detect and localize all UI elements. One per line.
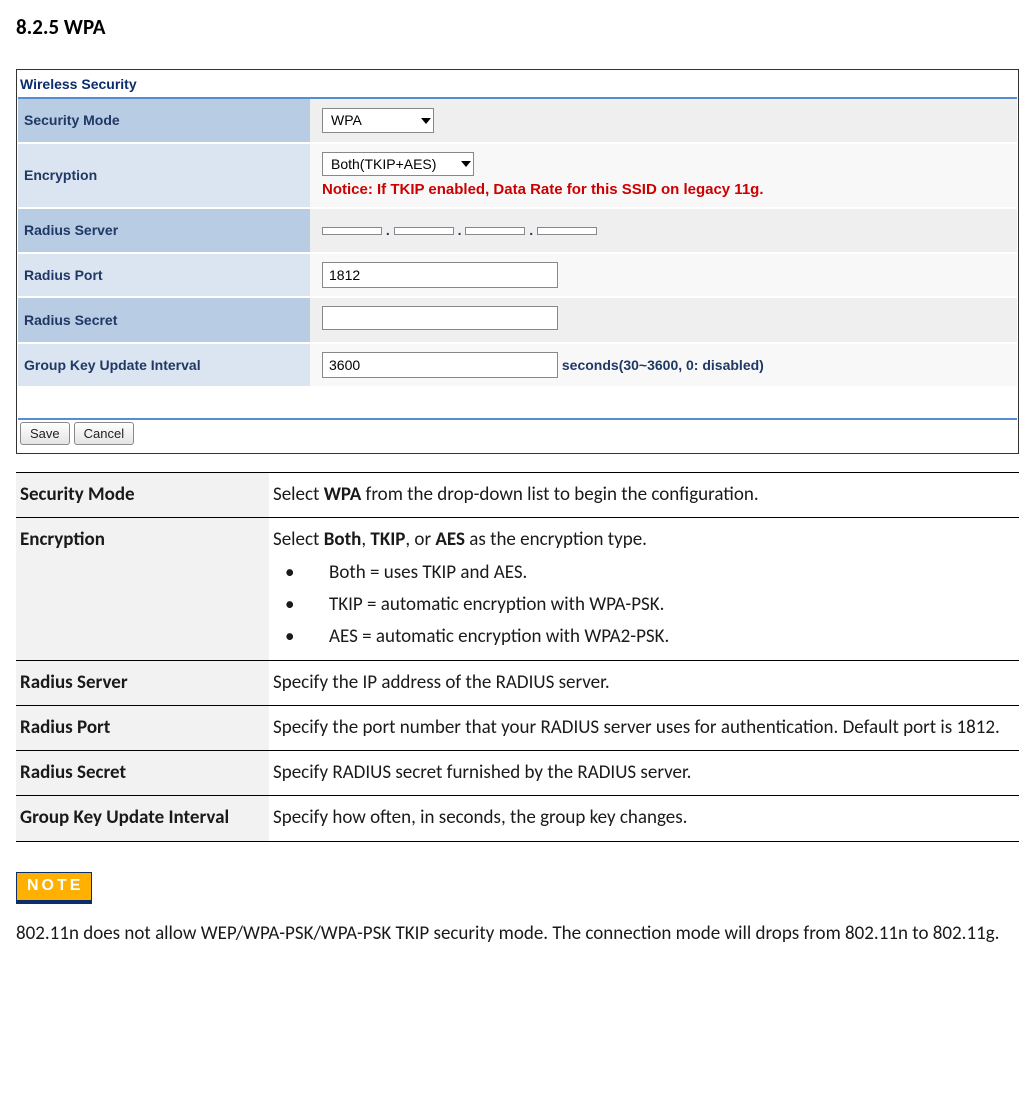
radius-port-label: Radius Port xyxy=(18,253,310,297)
desc-radius-secret-text: Specify RADIUS secret furnished by the R… xyxy=(269,751,1019,796)
encryption-value: Both(TKIP+AES) xyxy=(331,155,436,173)
radius-server-label: Radius Server xyxy=(18,208,310,252)
radius-server-octet-1[interactable] xyxy=(322,227,382,235)
description-table: Security Mode Select WPA from the drop-d… xyxy=(16,472,1019,842)
desc-encryption-text: Select Both, TKIP, or AES as the encrypt… xyxy=(269,518,1019,660)
radius-secret-label: Radius Secret xyxy=(18,297,310,343)
radius-server-octet-4[interactable] xyxy=(537,227,597,235)
dot-separator: . xyxy=(458,222,466,238)
desc-radius-port-label: Radius Port xyxy=(16,705,269,750)
desc-radius-server-label: Radius Server xyxy=(16,660,269,705)
section-heading: 8.2.5 WPA xyxy=(16,14,1019,41)
radius-server-octet-3[interactable] xyxy=(465,227,525,235)
radius-port-input[interactable]: 1812 xyxy=(322,262,558,288)
radius-server-octet-2[interactable] xyxy=(394,227,454,235)
security-mode-label: Security Mode xyxy=(18,99,310,142)
note-text: 802.11n does not allow WEP/WPA-PSK/WPA-P… xyxy=(16,918,1019,950)
desc-gkui-text: Specify how often, in seconds, the group… xyxy=(269,796,1019,841)
dot-separator: . xyxy=(386,222,394,238)
desc-radius-port-text: Specify the port number that your RADIUS… xyxy=(269,705,1019,750)
cancel-button[interactable]: Cancel xyxy=(74,422,134,445)
gkui-suffix: seconds(30~3600, 0: disabled) xyxy=(562,357,764,373)
config-screenshot: Wireless Security Security Mode WPA Encr… xyxy=(16,69,1019,454)
encryption-label: Encryption xyxy=(18,143,310,209)
desc-security-mode-label: Security Mode xyxy=(16,473,269,518)
desc-radius-secret-label: Radius Secret xyxy=(16,751,269,796)
chevron-down-icon xyxy=(421,118,431,124)
section-title-text: WPA xyxy=(64,14,106,40)
section-number: 8.2.5 xyxy=(16,14,59,40)
desc-radius-server-text: Specify the IP address of the RADIUS ser… xyxy=(269,660,1019,705)
gkui-input[interactable]: 3600 xyxy=(322,352,558,378)
encryption-notice: Notice: If TKIP enabled, Data Rate for t… xyxy=(322,180,1011,200)
panel-header: Wireless Security xyxy=(18,71,1017,99)
desc-security-mode-text: Select WPA from the drop-down list to be… xyxy=(269,473,1019,518)
note-badge: NOTE xyxy=(16,872,92,904)
radius-secret-input[interactable] xyxy=(322,306,558,330)
gkui-label: Group Key Update Interval xyxy=(18,343,310,387)
save-button[interactable]: Save xyxy=(20,422,70,445)
desc-gkui-label: Group Key Update Interval xyxy=(16,796,269,841)
security-mode-value: WPA xyxy=(331,111,362,129)
dot-separator: . xyxy=(529,222,537,238)
chevron-down-icon xyxy=(461,161,471,167)
encryption-select[interactable]: Both(TKIP+AES) xyxy=(322,152,474,176)
desc-encryption-label: Encryption xyxy=(16,518,269,660)
security-mode-select[interactable]: WPA xyxy=(322,108,434,132)
